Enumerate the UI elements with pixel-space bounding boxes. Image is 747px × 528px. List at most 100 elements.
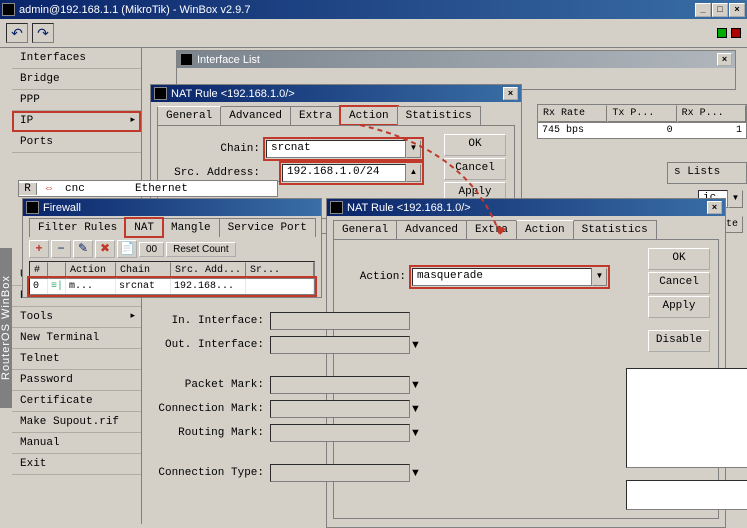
src-address-field[interactable]: 192.168.1.0/24 [282, 164, 406, 182]
tab-advanced[interactable]: Advanced [396, 220, 467, 239]
dropdown-icon[interactable]: ▼ [410, 467, 421, 479]
dropdown-icon[interactable]: ▼ [410, 379, 421, 391]
dropdown-icon[interactable]: ▼ [728, 190, 743, 208]
sidebar-item-manual[interactable]: Manual [12, 433, 141, 454]
table-row[interactable]: 0 ≡| m... srcnat 192.168... [30, 279, 314, 294]
firewall-titlebar[interactable]: Firewall [23, 199, 321, 216]
col-src-addr[interactable]: Src. Add... [171, 262, 246, 279]
sidebar-item-certificate[interactable]: Certificate [12, 391, 141, 412]
tab-advanced[interactable]: Advanced [220, 106, 291, 125]
masquerade-icon: ≡| [48, 279, 66, 294]
tab-general[interactable]: General [157, 106, 221, 125]
row-status: R [19, 183, 37, 195]
src-address-label: Src. Address: [166, 167, 266, 179]
connection-mark-field[interactable] [270, 400, 410, 418]
dropdown-icon[interactable]: ▼ [592, 268, 607, 286]
disable-button[interactable]: ✖ [95, 240, 115, 258]
disable-button[interactable]: Disable [648, 330, 710, 352]
nat-rule-general-titlebar[interactable]: NAT Rule <192.168.1.0/> × [151, 85, 521, 102]
sidebar-item-telnet[interactable]: Telnet [12, 349, 141, 370]
col-tx-p[interactable]: Tx P... [607, 105, 676, 122]
ok-button[interactable]: OK [444, 134, 506, 156]
sidebar-item-ip[interactable]: IP▸ [12, 111, 141, 132]
nat-rule-action-close-button[interactable]: × [707, 201, 722, 214]
vertical-label: RouterOS WinBox [0, 248, 12, 408]
rate-table: Rx Rate Tx P... Rx P... 745 bps 0 1 [537, 104, 747, 139]
status-green-icon [717, 28, 727, 38]
tab-extra[interactable]: Extra [290, 106, 341, 125]
blank-area-2 [626, 480, 747, 510]
out-interface-label: Out. Interface: [150, 339, 270, 351]
cancel-button[interactable]: Cancel [648, 272, 710, 294]
up-icon[interactable]: ▲ [406, 164, 421, 182]
dropdown-icon[interactable]: ▼ [410, 427, 421, 439]
apply-button[interactable]: Apply [648, 296, 710, 318]
dropdown-icon[interactable]: ▼ [406, 140, 421, 158]
sidebar-item-tools[interactable]: Tools▸ [12, 307, 141, 328]
col-sr[interactable]: Sr... [246, 262, 314, 279]
tab-service-port[interactable]: Service Port [219, 218, 316, 237]
sidebar-item-new-terminal[interactable]: New Terminal [12, 328, 141, 349]
col-rx-rate[interactable]: Rx Rate [538, 105, 607, 122]
sidebar-item-bridge[interactable]: Bridge [12, 69, 141, 90]
packet-mark-field[interactable] [270, 376, 410, 394]
col-blank[interactable] [48, 262, 66, 279]
tab-general[interactable]: General [333, 220, 397, 239]
maximize-button[interactable]: □ [712, 3, 728, 17]
tab-statistics[interactable]: Statistics [573, 220, 657, 239]
interface-list-close-button[interactable]: × [717, 53, 732, 66]
interface-icon: ⇔ [37, 183, 61, 195]
minimize-button[interactable]: _ [695, 3, 711, 17]
chevron-right-icon: ▸ [130, 311, 135, 321]
cancel-button[interactable]: Cancel [444, 158, 506, 180]
tab-mangle[interactable]: Mangle [162, 218, 220, 237]
connection-type-field[interactable] [270, 464, 410, 482]
tab-extra[interactable]: Extra [466, 220, 517, 239]
comment-button[interactable]: 📄 [117, 240, 137, 258]
col-num[interactable]: # [30, 262, 48, 279]
find-button[interactable]: 00 [139, 242, 164, 257]
ok-button[interactable]: OK [648, 248, 710, 270]
tab-action[interactable]: Action [340, 106, 398, 125]
connection-type-label: Connection Type: [150, 467, 270, 479]
sidebar-item-make-supout[interactable]: Make Supout.rif [12, 412, 141, 433]
add-button[interactable]: + [29, 240, 49, 258]
panel-icon [154, 87, 167, 100]
cell-rx-p: 1 [677, 123, 746, 138]
sidebar-item-password[interactable]: Password [12, 370, 141, 391]
col-rx-p[interactable]: Rx P... [677, 105, 746, 122]
close-button[interactable]: × [729, 3, 745, 17]
undo-button[interactable]: ↶ [6, 23, 28, 43]
action-field[interactable]: masquerade [412, 268, 592, 286]
firewall-title: Firewall [43, 202, 81, 214]
col-chain[interactable]: Chain [116, 262, 171, 279]
dropdown-icon[interactable]: ▼ [410, 403, 421, 415]
chevron-right-icon: ▸ [130, 115, 135, 125]
tab-action[interactable]: Action [516, 220, 574, 239]
in-interface-field[interactable] [270, 312, 410, 330]
col-action[interactable]: Action [66, 262, 116, 279]
redo-button[interactable]: ↷ [32, 23, 54, 43]
edit-button[interactable]: ✎ [73, 240, 93, 258]
out-interface-field[interactable] [270, 336, 410, 354]
nat-rule-action-titlebar[interactable]: NAT Rule <192.168.1.0/> × [327, 199, 725, 216]
nat-rule-general-close-button[interactable]: × [503, 87, 518, 100]
chain-field[interactable]: srcnat [266, 140, 406, 158]
sidebar-item-exit[interactable]: Exit [12, 454, 141, 475]
connection-mark-label: Connection Mark: [150, 403, 270, 415]
dropdown-icon[interactable]: ▼ [410, 339, 421, 351]
action-label: Action: [342, 271, 412, 283]
sidebar-item-ports[interactable]: Ports [12, 132, 141, 153]
window-titlebar: admin@192.168.1.1 (MikroTik) - WinBox v2… [0, 0, 747, 19]
in-interface-label: In. Interface: [150, 315, 270, 327]
sidebar-item-interfaces[interactable]: Interfaces [12, 48, 141, 69]
tab-statistics[interactable]: Statistics [397, 106, 481, 125]
reset-counters-button[interactable]: Reset Count [166, 242, 236, 257]
interface-name[interactable]: cnc [61, 183, 131, 195]
tab-filter-rules[interactable]: Filter Rules [29, 218, 126, 237]
tab-nat[interactable]: NAT [125, 218, 163, 237]
interface-list-titlebar[interactable]: Interface List × [177, 51, 735, 68]
remove-button[interactable]: − [51, 240, 71, 258]
sidebar-item-ppp[interactable]: PPP [12, 90, 141, 111]
routing-mark-field[interactable] [270, 424, 410, 442]
